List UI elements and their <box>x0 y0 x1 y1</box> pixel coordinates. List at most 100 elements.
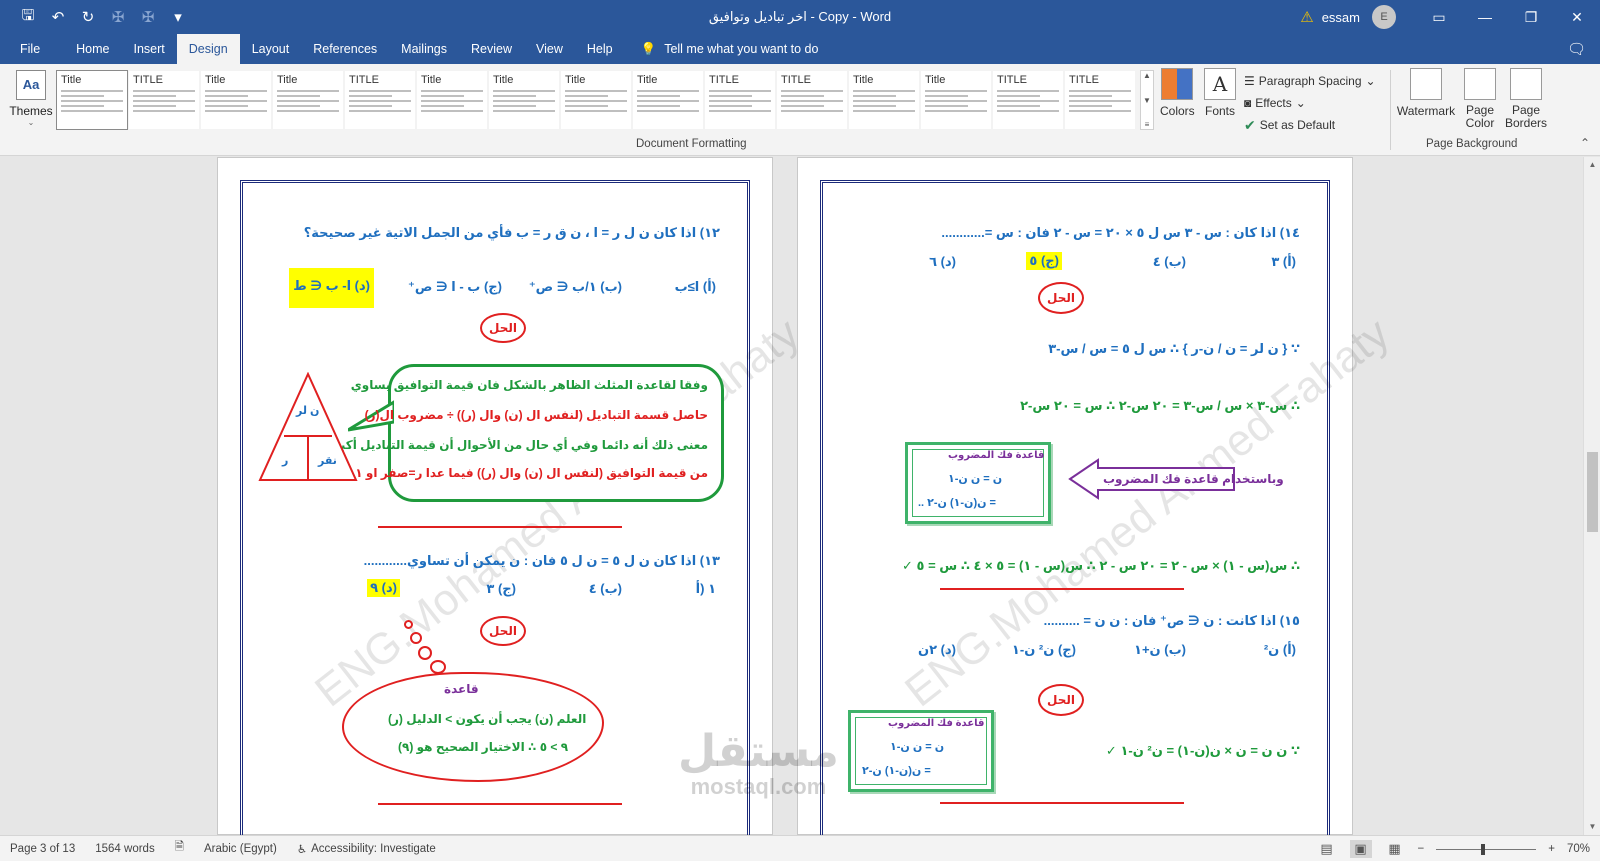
solution-oval: الحل <box>1038 684 1084 716</box>
web-layout-icon[interactable]: ▦ <box>1384 840 1406 858</box>
solution-oval: الحل <box>480 313 526 343</box>
scroll-down-icon[interactable]: ▼ <box>1584 819 1600 835</box>
style-set-item[interactable]: Title <box>920 70 992 130</box>
zoom-slider[interactable] <box>1436 843 1537 855</box>
style-set-preview-line <box>997 110 1059 112</box>
page-borders-button[interactable]: Page Borders <box>1504 68 1548 130</box>
effects-button[interactable]: ◙ Effects ⌄ <box>1244 92 1376 114</box>
page-right[interactable]: ENG.Mohamed Ahmed Fahaty ١٤) اذا كان : س… <box>678 157 1398 835</box>
vertical-scrollbar[interactable]: ▲ ▼ <box>1583 157 1600 835</box>
set-as-default-button[interactable]: ✔ Set as Default <box>1244 114 1376 136</box>
proofing-icon[interactable]: 🗎 <box>165 839 194 858</box>
page-color-button[interactable]: Page Color <box>1458 68 1502 130</box>
comments-icon[interactable]: 🗨 <box>1567 40 1586 58</box>
collapse-ribbon-icon[interactable]: ⌃ <box>1580 136 1590 150</box>
style-set-preview-line <box>1069 105 1113 107</box>
tab-help[interactable]: Help <box>575 34 625 64</box>
style-set-preview-line <box>205 100 267 102</box>
style-set-preview-line <box>349 90 411 92</box>
style-set-item[interactable]: TITLE <box>992 70 1064 130</box>
tell-me-box[interactable]: 💡 Tell me what you want to do <box>625 34 819 64</box>
undo-icon[interactable]: ↶ <box>44 3 72 31</box>
style-set-preview-line <box>637 110 699 112</box>
zoom-out-icon[interactable]: − <box>1418 843 1425 855</box>
tab-view[interactable]: View <box>524 34 575 64</box>
ribbon-display-options-icon[interactable]: ▭ <box>1416 0 1462 34</box>
scroll-thumb[interactable] <box>1587 452 1598 532</box>
zoom-level[interactable]: 70% <box>1567 843 1590 855</box>
style-set-item[interactable]: Title <box>272 70 344 130</box>
style-set-item[interactable]: Title <box>56 70 128 130</box>
scroll-up-icon[interactable]: ▲ <box>1584 157 1600 173</box>
tab-home[interactable]: Home <box>64 34 121 64</box>
gallery-scroll[interactable]: ▲ ▼ ≡ <box>1140 70 1154 130</box>
redo-icon[interactable]: ↻ <box>74 3 102 31</box>
style-set-preview-line <box>637 90 699 92</box>
language[interactable]: Arabic (Egypt) <box>194 843 287 855</box>
style-set-item[interactable]: TITLE <box>704 70 776 130</box>
triangle-left-label: ر <box>282 455 289 467</box>
style-set-item[interactable]: Title <box>200 70 272 130</box>
tab-references[interactable]: References <box>301 34 389 64</box>
gallery-more-icon[interactable]: ≡ <box>1145 120 1150 129</box>
avatar[interactable]: E <box>1372 5 1396 29</box>
themes-dropdown-icon: ⌄ <box>27 118 35 127</box>
zoom-slider-thumb[interactable] <box>1481 843 1486 855</box>
customize-qat-icon[interactable]: ▾ <box>164 3 192 31</box>
q12-option-c: (ج) ب - ا ∈ ص⁺ <box>408 279 502 294</box>
style-set-item[interactable]: Title <box>848 70 920 130</box>
read-mode-icon[interactable]: ▤ <box>1316 840 1338 858</box>
style-set-item[interactable]: TITLE <box>128 70 200 130</box>
style-set-item[interactable]: Title <box>560 70 632 130</box>
style-set-preview-line <box>277 110 339 112</box>
style-set-item[interactable]: Title <box>488 70 560 130</box>
tab-review[interactable]: Review <box>459 34 524 64</box>
tab-insert[interactable]: Insert <box>122 34 177 64</box>
style-set-item[interactable]: TITLE <box>1064 70 1136 130</box>
user-name[interactable]: essam <box>1322 10 1360 25</box>
divider-line <box>378 526 622 528</box>
document-area[interactable]: ENG.Mohamed Ahmed Fahaty ١٢) اذا كان ن ل… <box>0 157 1583 835</box>
style-set-preview-line <box>349 95 393 97</box>
page-count[interactable]: Page 3 of 13 <box>0 843 85 855</box>
tab-design[interactable]: Design <box>176 34 240 64</box>
style-set-preview-line <box>709 90 771 92</box>
style-set-preview-line <box>205 105 249 107</box>
restore-icon[interactable]: ❐ <box>1508 0 1554 34</box>
gallery-up-icon[interactable]: ▲ <box>1143 71 1151 80</box>
tell-me-text: Tell me what you want to do <box>664 42 819 56</box>
tab-mailings[interactable]: Mailings <box>389 34 459 64</box>
save-icon[interactable]: 🖫 <box>14 3 42 31</box>
style-set-item[interactable]: TITLE <box>344 70 416 130</box>
style-set-preview-line <box>205 95 249 97</box>
tab-layout[interactable]: Layout <box>240 34 302 64</box>
zoom-in-icon[interactable]: + <box>1548 843 1555 855</box>
style-set-preview-line <box>61 95 105 97</box>
print-layout-icon[interactable]: ▣ <box>1349 840 1372 858</box>
close-icon[interactable]: ✕ <box>1554 0 1600 34</box>
style-set-preview-line <box>637 100 699 102</box>
style-set-item[interactable]: Title <box>416 70 488 130</box>
question-12: ١٢) اذا كان ن ل ر = ا ، ن ق ر = ب فأي من… <box>303 225 720 240</box>
accessibility-status[interactable]: ♿ Accessibility: Investigate <box>287 842 446 856</box>
q13-option-c: (ج) ٣ <box>486 581 516 596</box>
style-set-preview-line <box>349 100 411 102</box>
tab-file[interactable]: File <box>0 34 64 64</box>
watermark-button[interactable]: Watermark <box>1396 68 1456 118</box>
format-painter-icon[interactable]: ✠ <box>104 3 132 31</box>
word-count[interactable]: 1564 words <box>85 843 164 855</box>
minimize-icon[interactable]: — <box>1462 0 1508 34</box>
style-set-preview-line <box>709 110 771 112</box>
fonts-button[interactable]: A Fonts <box>1204 68 1236 118</box>
warning-icon[interactable]: ⚠ <box>1300 8 1313 26</box>
touch-mode-icon[interactable]: ✠ <box>134 3 162 31</box>
style-set-item[interactable]: TITLE <box>776 70 848 130</box>
lightbulb-icon: 💡 <box>640 41 657 56</box>
themes-button[interactable]: Aa Themes ⌄ <box>6 68 56 127</box>
style-set-item[interactable]: Title <box>632 70 704 130</box>
style-set-preview-line <box>61 110 123 112</box>
style-set-title: Title <box>925 74 946 86</box>
colors-button[interactable]: Colors <box>1160 68 1195 118</box>
gallery-down-icon[interactable]: ▼ <box>1143 96 1151 105</box>
paragraph-spacing-button[interactable]: ☰ Paragraph Spacing ⌄ <box>1244 70 1376 92</box>
